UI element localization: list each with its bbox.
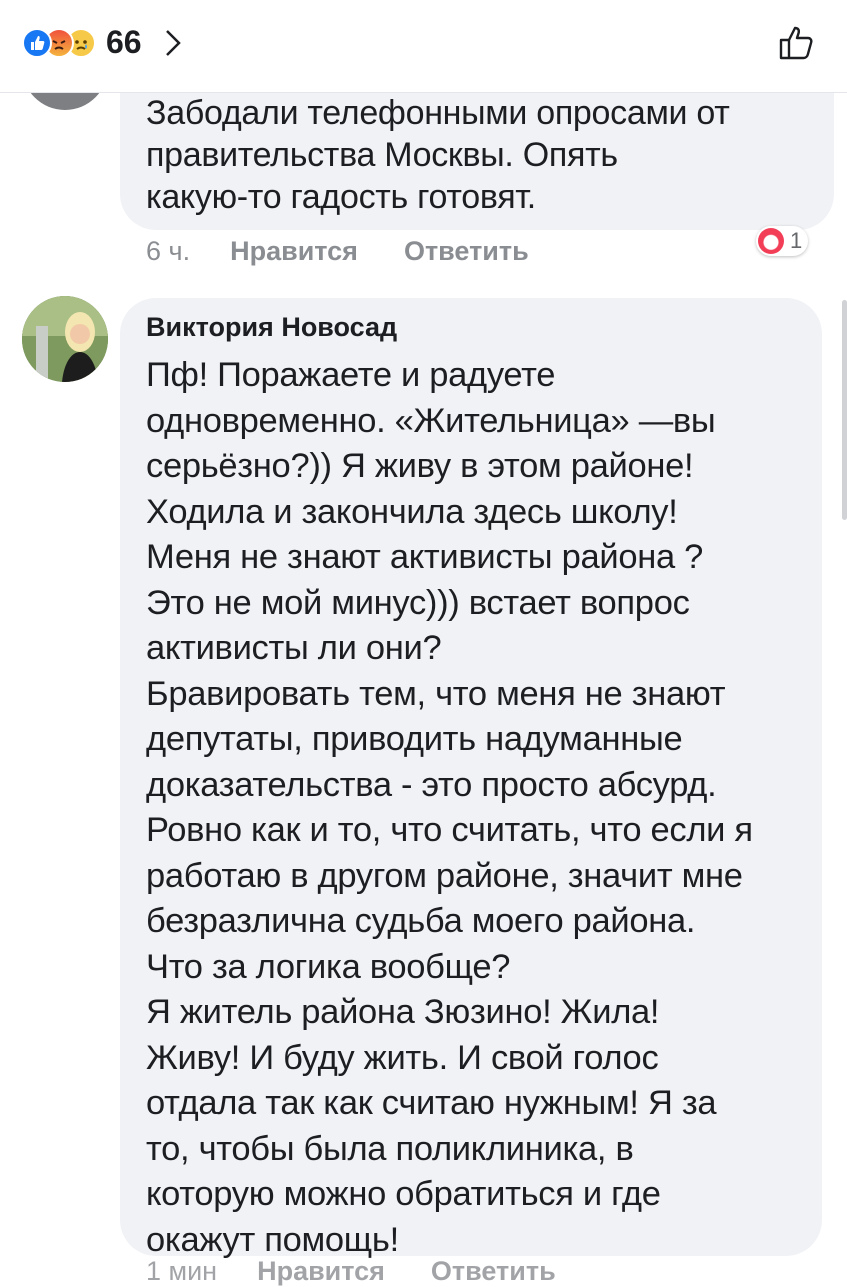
comment-author[interactable]: Виктория Новосад [146, 312, 822, 343]
reaction-count: 66 [106, 24, 142, 60]
reaction-badge-count: 1 [790, 228, 803, 253]
chevron-right-icon [165, 29, 181, 56]
reply-link[interactable]: Ответить [404, 236, 529, 267]
comment-text: Пф! Поражаете и радуете одновременно. «Ж… [146, 356, 753, 1259]
avatar[interactable] [22, 296, 108, 382]
comment-reaction-badge[interactable]: 1 [756, 226, 809, 256]
reactions-header: 66 [0, 0, 847, 93]
comment-actions: 1 мин Нравится Ответить [146, 1256, 602, 1287]
heart-reaction-icon [758, 228, 784, 254]
thumbs-up-icon[interactable] [775, 20, 819, 64]
comment-time: 6 ч. [146, 236, 191, 266]
like-reaction-icon [22, 27, 52, 58]
profile-photo-icon [22, 296, 108, 382]
like-link[interactable]: Нравится [230, 236, 358, 267]
reactions-summary[interactable]: 66 [22, 24, 182, 61]
previous-comment-text: Забодали телефонными опросами от правите… [146, 94, 730, 216]
comment-bubble: Виктория Новосад Пф! Поражаете и радуете… [120, 298, 822, 1259]
like-link[interactable]: Нравится [257, 1256, 385, 1287]
comment-time: 1 мин [146, 1256, 218, 1286]
scrollbar[interactable] [842, 300, 847, 520]
reply-link[interactable]: Ответить [431, 1256, 556, 1287]
previous-comment-actions: 6 ч. Нравится Ответить [146, 236, 575, 267]
